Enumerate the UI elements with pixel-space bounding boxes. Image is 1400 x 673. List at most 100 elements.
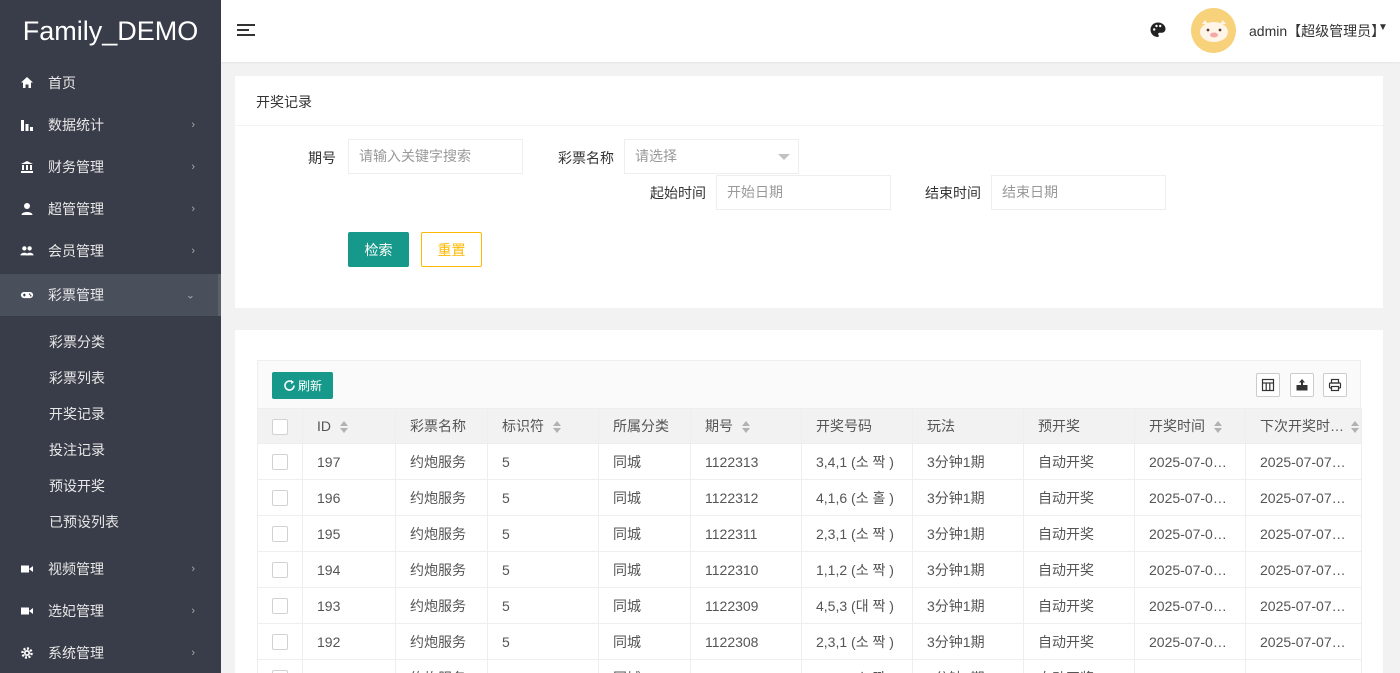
cell-identifier: 5 <box>487 515 599 552</box>
lottery-submenu: 彩票分类 彩票列表 开奖记录 投注记录 预设开奖 已预设列表 <box>0 316 221 548</box>
table-row[interactable]: 193 约炮服务 5 同城 1122309 4,5,3 (대 짝 ) 3分钟1期 自动开奖 20… <box>257 587 1362 624</box>
sidebar-item-lottery[interactable]: 彩票管理 ⌄ <box>0 274 221 316</box>
caret-down-icon[interactable]: ▼ <box>1378 22 1388 33</box>
print-icon[interactable] <box>1323 373 1347 397</box>
row-checkbox[interactable] <box>272 634 288 651</box>
cell-play-mode: 3分钟1期 <box>912 479 1024 516</box>
cell-draw-number: 3,2,4 (소 짝 ) <box>801 659 913 673</box>
column-header-period[interactable]: 期号 <box>690 408 802 444</box>
sort-icon[interactable] <box>552 421 562 434</box>
search-button[interactable]: 检索 <box>348 232 409 267</box>
sort-icon[interactable] <box>741 421 751 434</box>
sort-icon[interactable] <box>1350 421 1360 434</box>
caret-down-icon <box>778 154 790 160</box>
row-checkbox[interactable] <box>272 526 288 543</box>
table-row[interactable]: 196 约炮服务 5 同城 1122312 4,1,6 (소 홀 ) 3分钟1期 自动开奖 20… <box>257 479 1362 516</box>
home-icon <box>20 76 34 90</box>
cell-pre-draw: 自动开奖 <box>1023 587 1135 624</box>
sidebar-item-label: 视频管理 <box>48 561 104 577</box>
row-checkbox[interactable] <box>272 454 288 471</box>
start-time-label: 起始时间 <box>650 185 706 201</box>
column-header-next-draw-time[interactable]: 下次开奖时... <box>1245 408 1362 444</box>
row-checkbox-cell <box>257 587 303 624</box>
column-header-id[interactable]: ID <box>302 408 396 444</box>
cell-play-mode: 3分钟1期 <box>912 443 1024 480</box>
sidebar-item-system[interactable]: 系统管理 › <box>0 632 221 673</box>
sidebar-item-label: 系统管理 <box>48 645 104 661</box>
sidebar-item-label: 会员管理 <box>48 243 104 259</box>
submenu-item-lottery-list[interactable]: 彩票列表 <box>0 360 221 396</box>
column-header-draw-time[interactable]: 开奖时间 <box>1134 408 1246 444</box>
table-row[interactable]: 191约炮服务5同城11223073,2,4 (소 짝 )3分钟1期自动开奖20… <box>257 659 1362 673</box>
sort-icon[interactable] <box>339 421 349 434</box>
cell-next-draw-time: 2025-07-07 ... <box>1245 659 1362 673</box>
sidebar-item-finance[interactable]: 财务管理 › <box>0 146 221 188</box>
gamepad-icon <box>20 288 34 302</box>
avatar[interactable] <box>1191 8 1236 53</box>
chevron-right-icon: › <box>191 563 195 575</box>
column-header-label: 所属分类 <box>613 418 669 434</box>
cell-pre-draw: 自动开奖 <box>1023 443 1135 480</box>
menu-toggle-icon[interactable] <box>236 20 256 40</box>
submenu-item-lottery-category[interactable]: 彩票分类 <box>0 324 221 360</box>
sidebar-item-video[interactable]: 视频管理 › <box>0 548 221 590</box>
export-icon[interactable] <box>1290 373 1314 397</box>
cell-id: 197 <box>302 443 396 480</box>
table-row[interactable]: 192 约炮服务 5 同城 1122308 2,3,1 (소 짝 ) 3分钟1期 自动开奖 20… <box>257 623 1362 660</box>
cell-play-mode: 3分钟1期 <box>912 551 1024 588</box>
submenu-item-draw-records[interactable]: 开奖记录 <box>0 396 221 432</box>
table-row[interactable]: 194 约炮服务 5 同城 1122310 1,1,2 (소 짝 ) 3分钟1期 自动开奖 20… <box>257 551 1362 588</box>
cell-lottery-name: 约炮服务 <box>395 623 488 660</box>
select-all-checkbox[interactable] <box>272 418 288 435</box>
sidebar-item-admin[interactable]: 超管管理 › <box>0 188 221 230</box>
start-date-input[interactable]: 开始日期 <box>716 175 891 210</box>
cell-period: 1122313 <box>690 443 802 480</box>
lottery-name-select[interactable]: 请选择 <box>624 139 799 174</box>
submenu-item-preset-draw[interactable]: 预设开奖 <box>0 468 221 504</box>
row-checkbox[interactable] <box>272 562 288 579</box>
row-checkbox-cell <box>257 659 303 673</box>
user-name[interactable]: admin【超级管理员】 <box>1249 21 1385 41</box>
cell-identifier: 5 <box>487 587 599 624</box>
cell-id: 195 <box>302 515 396 552</box>
cell-next-draw-time: 2025-07-07 ... <box>1245 587 1362 624</box>
cell-next-draw-time: 2025-07-07 ... <box>1245 551 1362 588</box>
sort-icon[interactable] <box>1213 421 1223 434</box>
row-checkbox[interactable] <box>272 490 288 507</box>
sidebar-item-selection[interactable]: 选妃管理 › <box>0 590 221 632</box>
cell-lottery-name: 约炮服务 <box>395 515 488 552</box>
period-input[interactable]: 请输入关键字搜索 <box>348 139 523 174</box>
brand-logo[interactable]: Family_DEMO <box>0 0 221 62</box>
sidebar-item-home[interactable]: 首页 <box>0 62 221 104</box>
reset-button[interactable]: 重置 <box>421 232 482 267</box>
sidebar-item-label: 彩票管理 <box>48 287 104 303</box>
bar-chart-icon <box>20 118 34 132</box>
cell-draw-number: 4,5,3 (대 짝 ) <box>801 587 913 624</box>
row-checkbox-cell <box>257 515 303 552</box>
cell-draw-number: 2,3,1 (소 짝 ) <box>801 623 913 660</box>
cell-identifier: 5 <box>487 551 599 588</box>
submenu-item-bet-records[interactable]: 投注记录 <box>0 432 221 468</box>
table-row[interactable]: 197 约炮服务 5 同城 1122313 3,4,1 (소 짝 ) 3分钟1期 自动开奖 20… <box>257 443 1362 480</box>
row-checkbox-cell <box>257 479 303 516</box>
video-icon <box>20 562 34 576</box>
chevron-right-icon: › <box>191 245 195 257</box>
table-row[interactable]: 195 约炮服务 5 同城 1122311 2,3,1 (소 짝 ) 3分钟1期 自动开奖 20… <box>257 515 1362 552</box>
cell-pre-draw: 自动开奖 <box>1023 551 1135 588</box>
column-header-identifier[interactable]: 标识符 <box>487 408 599 444</box>
sidebar-item-label: 首页 <box>48 75 76 91</box>
column-header-lottery-name: 彩票名称 <box>395 408 488 444</box>
end-date-input[interactable]: 结束日期 <box>991 175 1166 210</box>
cell-period: 1122310 <box>690 551 802 588</box>
row-checkbox[interactable] <box>272 598 288 615</box>
sidebar-item-members[interactable]: 会员管理 › <box>0 230 221 272</box>
refresh-button[interactable]: 刷新 <box>272 372 333 399</box>
column-header-category: 所属分类 <box>598 408 691 444</box>
cell-draw-time: 2025-07-07 ... <box>1134 659 1246 673</box>
sidebar-item-statistics[interactable]: 数据统计 › <box>0 104 221 146</box>
columns-icon[interactable] <box>1256 373 1280 397</box>
chevron-right-icon: › <box>191 605 195 617</box>
column-header-label: 标识符 <box>502 418 544 434</box>
palette-icon[interactable] <box>1149 21 1167 39</box>
submenu-item-preset-list[interactable]: 已预设列表 <box>0 504 221 540</box>
